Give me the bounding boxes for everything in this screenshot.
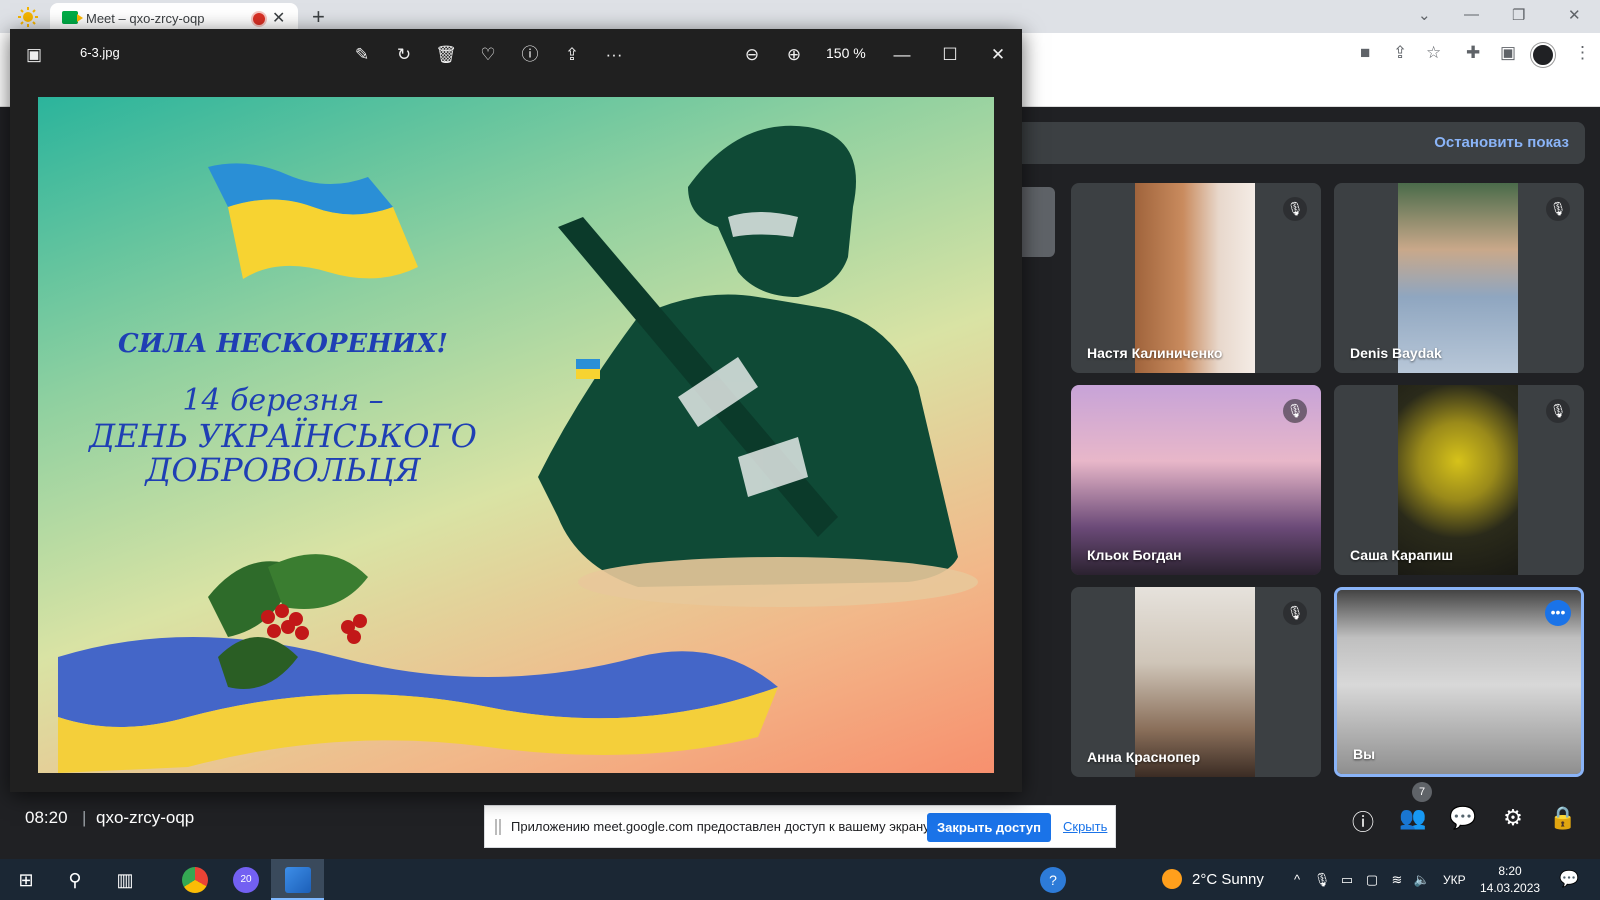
- participant-tile[interactable]: 🎙 Саша Карапиш: [1334, 385, 1584, 575]
- zoom-out-icon[interactable]: ⊖: [740, 43, 764, 67]
- participant-name: Анна Краснопер: [1087, 749, 1201, 765]
- microphone-icon[interactable]: 🎙: [1309, 867, 1335, 893]
- displayed-image: СИЛА НЕСКОРЕНИХ! 14 березня – ДЕНЬ УКРАЇ…: [38, 97, 994, 773]
- meeting-code: qxo-zrcy-oqp: [96, 808, 195, 827]
- favorite-icon[interactable]: ♡: [476, 43, 500, 67]
- wifi-icon[interactable]: ≋: [1384, 867, 1410, 893]
- chat-icon[interactable]: 💬: [1448, 805, 1478, 831]
- participant-name: Кльок Богдан: [1087, 547, 1182, 563]
- share-icon[interactable]: ⇪: [560, 43, 584, 67]
- delete-icon[interactable]: 🗑: [434, 43, 458, 67]
- info-icon[interactable]: ⓘ: [1348, 805, 1378, 835]
- photos-icon[interactable]: [285, 867, 311, 893]
- hide-notice-link[interactable]: Скрыть: [1063, 819, 1107, 834]
- sun-icon: [17, 6, 39, 28]
- minimize-button[interactable]: —: [1464, 6, 1479, 23]
- photo-viewer-window: ▣ 6-3.jpg ✎ ↻ 🗑 ♡ ⓘ ⇪ ··· ⊖ ⊕ 150 % — ☐ …: [10, 29, 1022, 792]
- meeting-clock: 08:20: [25, 808, 68, 827]
- participant-tile[interactable]: 🎙 Анна Краснопер: [1071, 587, 1321, 777]
- mic-off-icon: 🎙: [1546, 399, 1570, 423]
- flag-yellow-stripe: [228, 199, 418, 279]
- participant-tile[interactable]: 🎙 Кльок Богдан: [1071, 385, 1321, 575]
- search-icon[interactable]: ⚲: [62, 867, 88, 893]
- participant-name: Вы: [1353, 746, 1376, 762]
- system-time: 8:20: [1498, 864, 1522, 878]
- poster-date: 14 березня –: [182, 383, 384, 418]
- people-count-badge: 7: [1412, 782, 1432, 802]
- poster-line4: ДОБРОВОЛЬЦЯ: [145, 451, 421, 489]
- participant-tile[interactable]: 🎙 Настя Калиниченко: [1071, 183, 1321, 373]
- host-controls-icon[interactable]: 🔒: [1548, 805, 1578, 831]
- activities-icon[interactable]: ⚙: [1498, 805, 1528, 831]
- volume-icon[interactable]: 🔈: [1409, 867, 1435, 893]
- meet-icon: [62, 11, 83, 24]
- screen-share-notice: Приложению meet.google.com предоставлен …: [484, 805, 1116, 848]
- separator: |: [82, 808, 87, 827]
- menu-icon[interactable]: ⋮: [1574, 43, 1591, 63]
- system-clock[interactable]: 8:20 14.03.2023: [1480, 863, 1540, 897]
- close-button[interactable]: ✕: [986, 43, 1010, 67]
- edit-icon[interactable]: ✎: [350, 43, 374, 67]
- mic-off-icon: 🎙: [1283, 399, 1307, 423]
- extensions-icon[interactable]: ✚: [1466, 43, 1480, 63]
- tab-title: Meet – qxo-zrcy-oqp: [86, 11, 205, 26]
- more-icon[interactable]: ···: [602, 43, 626, 67]
- weather-icon: [1162, 869, 1182, 889]
- task-view-icon[interactable]: ▥: [112, 867, 138, 893]
- poster-line3: ДЕНЬ УКРАЇНСЬКОГО: [89, 417, 477, 455]
- chevron-up-icon[interactable]: ^: [1284, 867, 1310, 893]
- system-date: 14.03.2023: [1480, 881, 1541, 895]
- new-tab-button[interactable]: +: [312, 4, 325, 30]
- rotate-icon[interactable]: ↻: [392, 43, 416, 67]
- zoom-in-icon[interactable]: ⊕: [782, 43, 806, 67]
- more-options-icon[interactable]: •••: [1545, 600, 1571, 626]
- chevron-down-icon[interactable]: ⌄: [1418, 6, 1431, 24]
- mic-off-icon: 🎙: [1283, 601, 1307, 625]
- share-notice-message: Приложению meet.google.com предоставлен …: [511, 819, 932, 834]
- poster-heading: СИЛА НЕСКОРЕНИХ!: [118, 329, 448, 359]
- notifications-icon[interactable]: 💬: [1556, 867, 1582, 893]
- presenting-bar: Остановить показ: [1010, 122, 1585, 164]
- language-indicator[interactable]: УКР: [1443, 873, 1466, 887]
- camera-icon[interactable]: ■: [1360, 43, 1370, 63]
- drag-handle[interactable]: [495, 819, 501, 835]
- share-icon[interactable]: ⇪: [1393, 43, 1407, 63]
- display-icon[interactable]: ▢: [1359, 867, 1385, 893]
- self-tile[interactable]: ••• Вы: [1334, 587, 1584, 777]
- minimize-button[interactable]: —: [890, 43, 914, 67]
- close-tab-icon[interactable]: ✕: [272, 8, 285, 28]
- stop-presenting-button[interactable]: Остановить показ: [1434, 134, 1569, 151]
- profile-avatar[interactable]: [1531, 43, 1555, 67]
- stop-sharing-button[interactable]: Закрыть доступ: [927, 813, 1051, 842]
- star-icon[interactable]: ☆: [1426, 43, 1441, 63]
- zoom-level[interactable]: 150 %: [826, 45, 866, 61]
- info-icon[interactable]: ⓘ: [518, 43, 542, 67]
- photos-app-icon[interactable]: ▣: [22, 43, 46, 67]
- recording-icon: [253, 13, 265, 25]
- restore-button[interactable]: ❐: [1512, 6, 1525, 24]
- participant-name: Саша Карапиш: [1350, 547, 1453, 563]
- help-icon[interactable]: ?: [1040, 867, 1066, 893]
- participant-tile[interactable]: 🎙 Denis Baydak: [1334, 183, 1584, 373]
- windows-start-icon[interactable]: ⊞: [13, 867, 39, 893]
- chrome-icon[interactable]: [182, 867, 208, 893]
- participant-name: Denis Baydak: [1350, 345, 1442, 361]
- viber-icon[interactable]: 20: [233, 867, 259, 893]
- weather-text[interactable]: 2°C Sunny: [1192, 871, 1264, 888]
- mic-off-icon: 🎙: [1283, 197, 1307, 221]
- people-icon[interactable]: 👥: [1398, 805, 1428, 831]
- battery-icon[interactable]: ▭: [1334, 867, 1360, 893]
- maximize-button[interactable]: ☐: [938, 43, 962, 67]
- soldier-silhouette: [538, 125, 958, 587]
- sidepanel-icon[interactable]: ▣: [1500, 43, 1516, 63]
- participant-name: Настя Калиниченко: [1087, 345, 1223, 361]
- viewer-toolbar: ▣ 6-3.jpg ✎ ↻ 🗑 ♡ ⓘ ⇪ ··· ⊖ ⊕ 150 % — ☐ …: [10, 29, 1022, 79]
- file-name: 6-3.jpg: [80, 45, 120, 60]
- close-window-button[interactable]: ✕: [1568, 6, 1581, 24]
- mic-off-icon: 🎙: [1546, 197, 1570, 221]
